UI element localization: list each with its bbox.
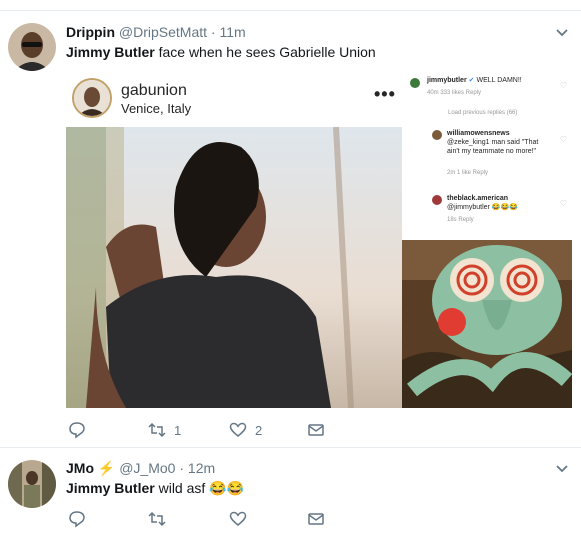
tweet-text: Jimmy Butler face when he sees Gabrielle… [66,44,376,60]
tweet-actions [66,510,366,530]
retweet-count: 1 [174,422,182,438]
retweet-button[interactable] [148,510,166,528]
heart-icon [229,422,247,437]
comment-meta: 40m 333 likes Reply [427,90,482,96]
heart-icon: ♡ [560,199,568,208]
tweet-text-body: wild asf [154,480,210,496]
squidward-meme-image [402,240,572,408]
tweet-header: Drippin @DripSetMatt · 11m [66,24,246,40]
instagram-avatar [72,78,112,118]
retweet-icon [148,511,166,527]
media-image[interactable]: gabunion Venice, Italy ••• jimmybutler ✔… [66,70,572,408]
comment-text: WELL DAMN!! [476,77,522,84]
comment: williamowensnews @zeke_king1 man said "T… [447,129,547,156]
comment-user: williamowensnews [447,130,510,137]
instagram-header: gabunion Venice, Italy ••• [66,70,402,128]
instagram-post: gabunion Venice, Italy ••• [66,70,402,408]
tweet-text-body: face when he sees Gabrielle Union [154,44,376,60]
more-icon: ••• [374,84,396,104]
comment-meta: 2m 1 like Reply [447,170,489,176]
user-handle[interactable]: @DripSetMatt [119,24,207,40]
tweet-1[interactable]: Drippin @DripSetMatt · 11m Jimmy Butler … [0,11,581,447]
reply-icon [69,511,85,528]
comment-text: @zeke_king1 man said "That ain't my team… [447,139,539,155]
timestamp[interactable]: 12m [188,460,215,476]
chevron-down-icon[interactable] [553,460,571,478]
reply-button[interactable] [68,421,94,439]
message-button[interactable] [307,421,325,439]
commenter-avatar [410,78,420,88]
chevron-down-icon[interactable] [553,24,571,42]
load-replies: Load previous replies (66) [448,110,518,116]
avatar[interactable] [8,460,56,508]
verified-icon: ✔ [468,77,475,84]
retweet-button[interactable]: 1 [148,421,181,439]
mention-link[interactable]: Jimmy Butler [66,480,155,496]
tweet-text: Jimmy Butler wild asf 😂😂 [66,480,244,497]
commenter-avatar [432,195,442,205]
heart-icon: ♡ [560,135,568,144]
separator: · [179,460,185,476]
reply-icon [69,422,85,439]
separator: · [210,24,216,40]
retweet-icon [148,422,166,438]
lightning-icon: ⚡ [97,460,116,476]
instagram-username: gabunion [121,82,187,99]
display-name[interactable]: Drippin [66,24,115,40]
commenter-avatar [432,130,442,140]
mention-link[interactable]: Jimmy Butler [66,44,155,60]
like-button[interactable] [229,510,247,528]
instagram-location: Venice, Italy [121,101,192,116]
display-name[interactable]: JMo [66,460,94,476]
comment: jimmybutler ✔ WELL DAMN!! [427,76,552,85]
like-count: 2 [255,422,263,438]
laughing-emoji-icon: 😂😂 [209,480,245,496]
comment-text: @jimmybutler 😂😂😂 [447,204,518,211]
tweet-actions: 1 2 [66,421,366,441]
message-button[interactable] [307,510,325,528]
tweet-2[interactable]: JMo ⚡ @J_Mo0 · 12m Jimmy Butler wild asf… [0,448,581,547]
like-button[interactable]: 2 [229,421,262,439]
instagram-photo [66,126,402,408]
avatar[interactable] [8,23,56,71]
heart-icon: ♡ [560,81,568,90]
user-handle[interactable]: @J_Mo0 [119,460,175,476]
timestamp[interactable]: 11m [219,24,245,40]
instagram-comments: jimmybutler ✔ WELL DAMN!! 40m 333 likes … [402,70,572,408]
tweet-header: JMo ⚡ @J_Mo0 · 12m [66,460,215,477]
comment-user: theblack.american [447,195,509,202]
comment: theblack.american @jimmybutler 😂😂😂 [447,194,557,212]
reply-button[interactable] [68,510,86,528]
comment-meta: 18s Reply [447,217,474,223]
comment-user: jimmybutler [427,77,467,84]
envelope-icon [308,424,324,436]
heart-icon [229,511,247,526]
envelope-icon [308,513,324,525]
